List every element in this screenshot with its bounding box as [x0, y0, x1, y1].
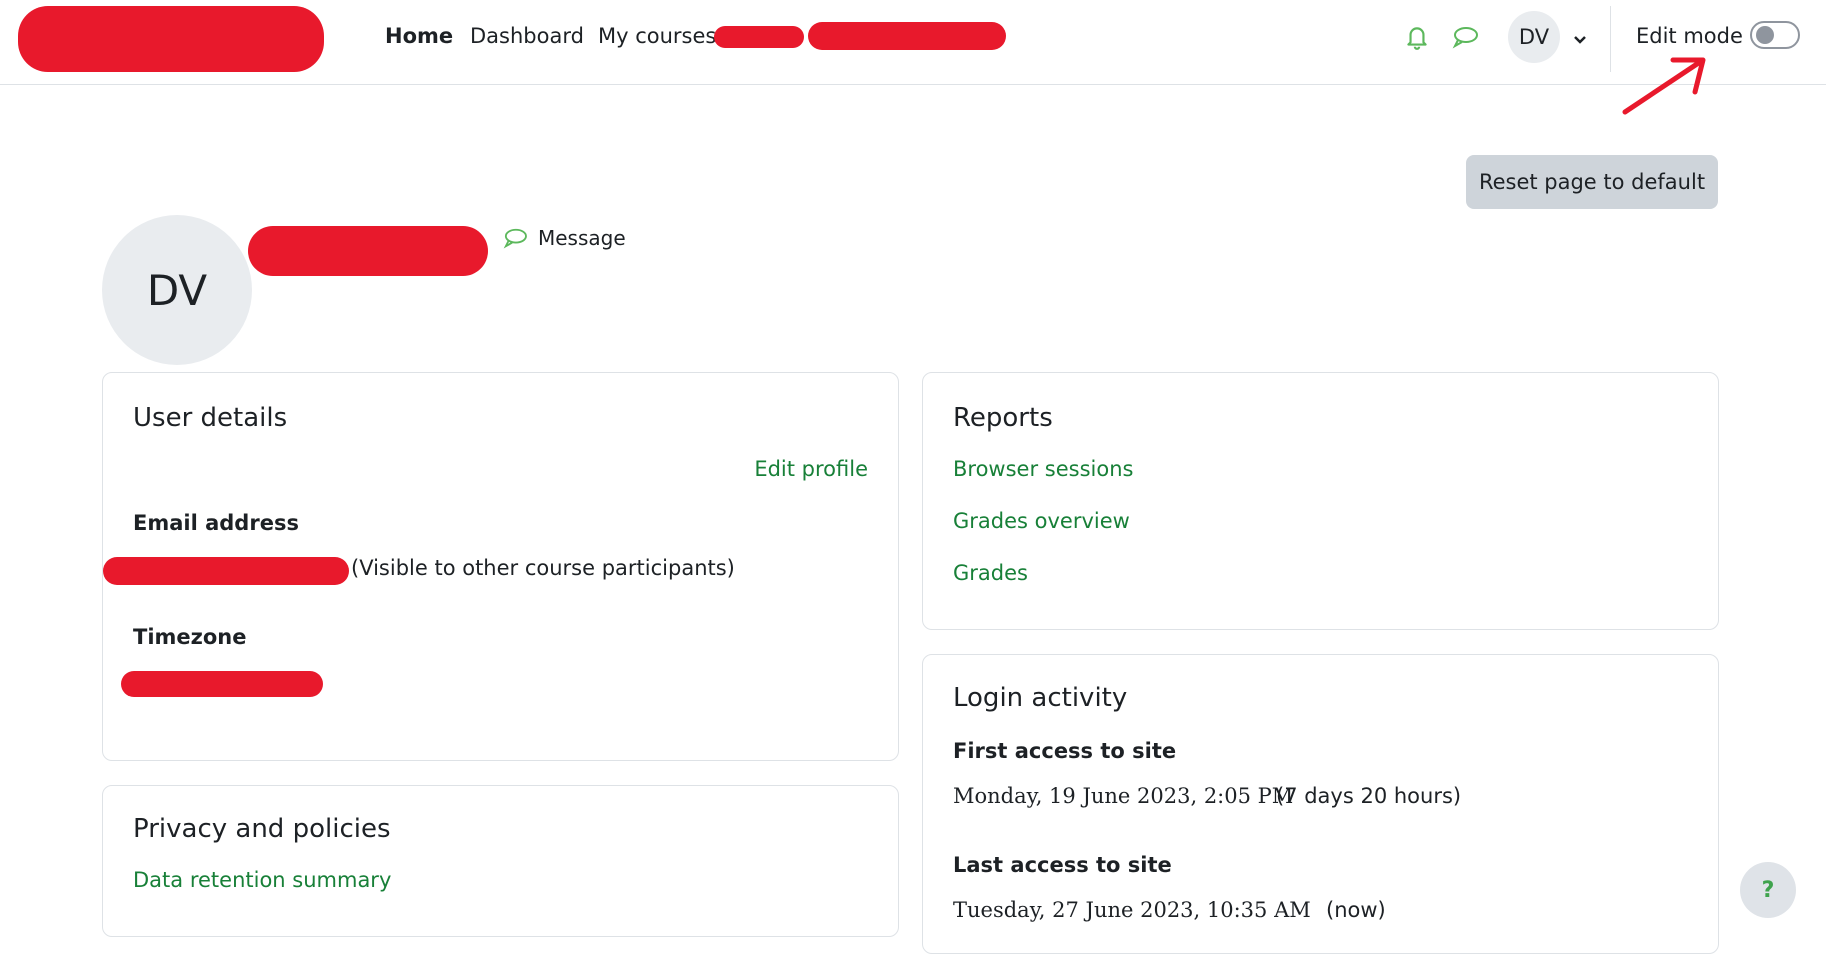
redacted-site-logo: [18, 6, 324, 72]
notifications-bell-icon[interactable]: [1402, 22, 1432, 52]
grades-link[interactable]: Grades: [953, 561, 1028, 585]
help-button[interactable]: ?: [1740, 862, 1796, 918]
message-icon: [503, 228, 527, 249]
data-retention-summary-link[interactable]: Data retention summary: [133, 868, 391, 892]
email-label: Email address: [133, 511, 299, 535]
redacted-email: [103, 557, 349, 585]
message-label: Message: [538, 226, 626, 250]
last-access-relative: (now): [1326, 898, 1386, 922]
profile-initials: DV: [146, 265, 208, 315]
user-initials: DV: [1518, 25, 1550, 49]
edit-mode-label: Edit mode: [1636, 24, 1743, 48]
nav-my-courses[interactable]: My courses: [598, 24, 716, 48]
email-visibility-note: (Visible to other course participants): [351, 556, 735, 580]
help-icon: ?: [1761, 877, 1775, 903]
profile-avatar: DV: [102, 215, 252, 365]
first-access-label: First access to site: [953, 739, 1177, 763]
login-activity-title: Login activity: [953, 683, 1128, 713]
privacy-title: Privacy and policies: [133, 814, 391, 844]
top-navbar: Home Dashboard My courses DV Edit mode: [0, 0, 1826, 85]
nav-home[interactable]: Home: [385, 24, 453, 48]
redacted-user-name: [248, 226, 488, 276]
redacted-nav-item: [714, 26, 804, 48]
reset-page-button[interactable]: Reset page to default: [1466, 155, 1718, 209]
edit-mode-toggle[interactable]: [1750, 21, 1800, 49]
first-access-date: Monday, 19 June 2023, 2:05 PM: [953, 784, 1294, 808]
grades-overview-link[interactable]: Grades overview: [953, 509, 1130, 533]
message-button[interactable]: Message: [502, 226, 626, 250]
reports-title: Reports: [953, 403, 1053, 433]
user-avatar[interactable]: DV: [1508, 11, 1560, 63]
nav-dashboard[interactable]: Dashboard: [470, 24, 584, 48]
first-access-relative: (7 days 20 hours): [1276, 784, 1462, 808]
login-activity-card: Login activity First access to site Mond…: [922, 654, 1719, 954]
last-access-date: Tuesday, 27 June 2023, 10:35 AM: [953, 898, 1311, 922]
edit-profile-link[interactable]: Edit profile: [754, 457, 868, 481]
user-details-title: User details: [133, 403, 288, 433]
messages-chat-icon[interactable]: [1450, 22, 1480, 52]
user-menu-chevron-down-icon[interactable]: [1565, 25, 1595, 55]
toggle-knob: [1756, 26, 1774, 44]
browser-sessions-link[interactable]: Browser sessions: [953, 457, 1133, 481]
annotation-arrow-icon: [1622, 57, 1706, 115]
user-details-card: User details Edit profile Email address …: [102, 372, 899, 761]
reports-card: Reports Browser sessions Grades overview…: [922, 372, 1719, 630]
privacy-card: Privacy and policies Data retention summ…: [102, 785, 899, 937]
nav-divider: [1610, 6, 1611, 72]
timezone-label: Timezone: [133, 625, 247, 649]
last-access-label: Last access to site: [953, 853, 1172, 877]
redacted-nav-item: [808, 22, 1006, 50]
redacted-timezone: [121, 671, 323, 697]
